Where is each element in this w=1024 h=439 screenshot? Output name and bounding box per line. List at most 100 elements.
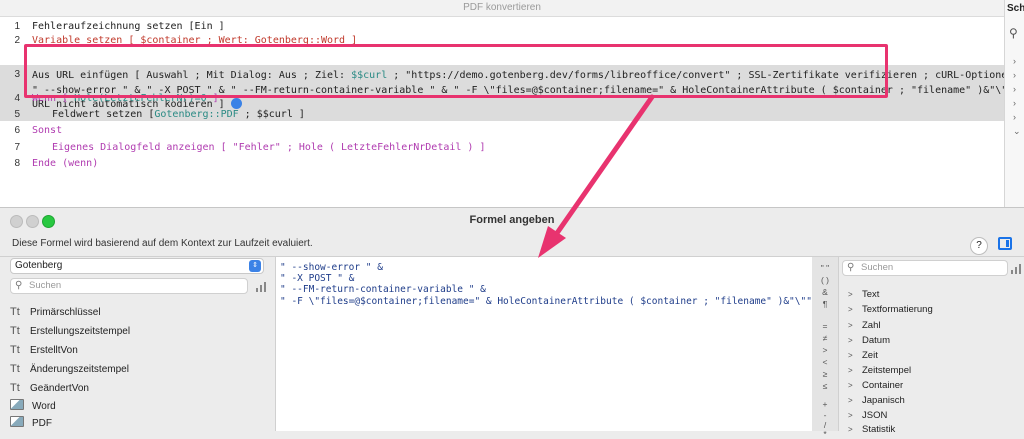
chevron-right-icon: > (848, 336, 853, 345)
field-label: ErstelltVon (30, 345, 78, 356)
chevron-right-icon: > (848, 381, 853, 390)
steps-panel: Schr ⚲ › › › › › ⌄ (1004, 0, 1024, 210)
functions-search-input[interactable]: ⚲ Suchen (842, 260, 1008, 276)
function-category-label: Japanisch (862, 395, 905, 406)
chevron-right-icon[interactable]: › (1013, 98, 1016, 108)
operator-button[interactable]: > (812, 345, 838, 355)
function-category[interactable]: > Datum (848, 333, 890, 348)
function-category-label: Zahl (862, 320, 881, 331)
field-label: GeändertVon (30, 383, 89, 394)
dialog-description: Diese Formel wird basierend auf dem Kont… (12, 238, 313, 249)
operator-button[interactable]: ¶ (812, 299, 838, 309)
step-text-part: Eigenes Dialogfeld anzeigen [ (52, 142, 233, 153)
search-icon[interactable]: ⚲ (1009, 26, 1018, 40)
highlight-box (24, 44, 888, 98)
field-label: Word (32, 401, 56, 412)
operators-column: " " ( ) & ¶ = ≠ > < ≥ ≤ + - / * (812, 257, 838, 439)
text-field-icon: Tt (10, 363, 20, 375)
sort-bars-icon[interactable] (256, 282, 266, 292)
chevron-right-icon: > (848, 351, 853, 360)
function-category-label: Textformatierung (862, 304, 933, 315)
script-step[interactable]: 8 Ende (wenn) (0, 154, 1004, 174)
chevron-right-icon: > (848, 396, 853, 405)
table-select[interactable]: Gotenberg ⇕ (10, 258, 264, 274)
step-text-part: Feldwert setzen [ (52, 109, 155, 120)
operator-button[interactable]: ≥ (812, 369, 838, 379)
step-text-part: ; $$curl ] (238, 109, 305, 120)
chevron-right-icon: > (848, 411, 853, 420)
field-item[interactable]: Tt GeändertVon (10, 379, 89, 397)
sidebar-toggle-icon[interactable] (998, 237, 1012, 250)
formula-line: " -X POST " & (280, 273, 354, 285)
line-number: 3 (14, 69, 20, 80)
field-label: PDF (32, 418, 52, 429)
function-category-label: Container (862, 380, 904, 391)
formula-line: " --FM-return-container-variable " & (280, 284, 486, 296)
function-category-label: JSON (862, 410, 888, 421)
chevron-updown-icon: ⇕ (249, 260, 261, 272)
chevron-right-icon: > (848, 305, 853, 314)
formula-dialog: Formel angeben Diese Formel wird basiere… (0, 207, 1024, 439)
field-label: Primärschlüssel (30, 307, 101, 318)
operator-button[interactable]: + (812, 399, 838, 409)
chevron-down-icon[interactable]: ⌄ (1013, 126, 1021, 137)
chevron-right-icon[interactable]: › (1013, 84, 1016, 94)
operator-button[interactable]: * (812, 429, 838, 439)
function-category[interactable]: > Japanisch (848, 393, 905, 408)
search-placeholder: Suchen (861, 262, 894, 273)
operator-button[interactable]: ≤ (812, 381, 838, 391)
text-field-icon: Tt (10, 325, 20, 337)
dialog-title: Formel angeben (469, 214, 555, 226)
fields-search-input[interactable]: ⚲ Suchen (10, 278, 248, 294)
function-category[interactable]: > Zahl (848, 318, 880, 333)
formula-line: " -F \"files=@$container;filename=" & Ho… (280, 295, 813, 308)
field-item[interactable]: Tt ErstelltVon (10, 341, 78, 359)
help-button[interactable]: ? (970, 237, 988, 255)
function-category[interactable]: > Textformatierung (848, 302, 933, 317)
function-category-label: Datum (862, 335, 890, 346)
operator-button[interactable]: ≠ (812, 333, 838, 343)
chevron-right-icon[interactable]: › (1013, 112, 1016, 122)
field-item[interactable]: Word (10, 398, 56, 416)
function-category-label: Zeit (862, 350, 878, 361)
operator-button[interactable]: ( ) (812, 275, 838, 285)
field-label: Änderungszeitstempel (30, 364, 129, 375)
script-window-title: PDF konvertieren (463, 2, 541, 13)
operator-button[interactable]: & (812, 287, 838, 297)
chevron-right-icon[interactable]: › (1013, 70, 1016, 80)
steps-panel-header: Schr (1007, 3, 1024, 14)
text-field-icon: Tt (10, 306, 20, 318)
formula-text: " -X POST " & (280, 273, 355, 284)
function-category[interactable]: > Container (848, 378, 903, 393)
container-field-icon (10, 416, 24, 427)
operator-button[interactable]: = (812, 321, 838, 331)
function-category[interactable]: > Zeit (848, 348, 878, 363)
operator-button[interactable]: - (812, 410, 838, 420)
formula-text: " -F \"files=@$container;filename=" & Ho… (280, 296, 812, 307)
step-text-part: ; Hole ( LetzteFehlerNrDetail ) ] (280, 142, 486, 153)
field-item[interactable]: Tt Änderungszeitstempel (10, 360, 129, 378)
field-item[interactable]: Tt Erstellungszeitstempel (10, 322, 130, 340)
field-item[interactable]: PDF (10, 415, 52, 433)
text-field-icon: Tt (10, 344, 20, 356)
line-number: 8 (14, 158, 20, 169)
sort-bars-icon[interactable] (1011, 264, 1021, 274)
field-label: Erstellungszeitstempel (30, 326, 131, 337)
function-category[interactable]: > JSON (848, 408, 887, 423)
chevron-right-icon: > (848, 290, 853, 299)
chevron-right-icon[interactable]: › (1013, 56, 1016, 66)
operator-button[interactable]: " " (812, 263, 838, 273)
function-category[interactable]: > Text (848, 287, 879, 302)
function-category-label: Text (862, 289, 880, 300)
formula-editor[interactable]: " --show-error " & " -X POST " & " --FM-… (275, 257, 814, 431)
formula-text: " --FM-return-container-variable " & (280, 284, 486, 295)
formula-line: " --show-error " & (280, 262, 383, 274)
text-field-icon: Tt (10, 382, 20, 394)
field-token: Gotenberg::PDF (154, 109, 239, 120)
field-item[interactable]: Tt Primärschlüssel (10, 303, 101, 321)
operator-button[interactable]: < (812, 357, 838, 367)
script-window-titlebar: PDF konvertieren (0, 0, 1004, 17)
function-category[interactable]: > Zeitstempel (848, 363, 911, 378)
search-icon: ⚲ (15, 280, 23, 291)
step-text: Ende (wenn) (32, 158, 99, 169)
